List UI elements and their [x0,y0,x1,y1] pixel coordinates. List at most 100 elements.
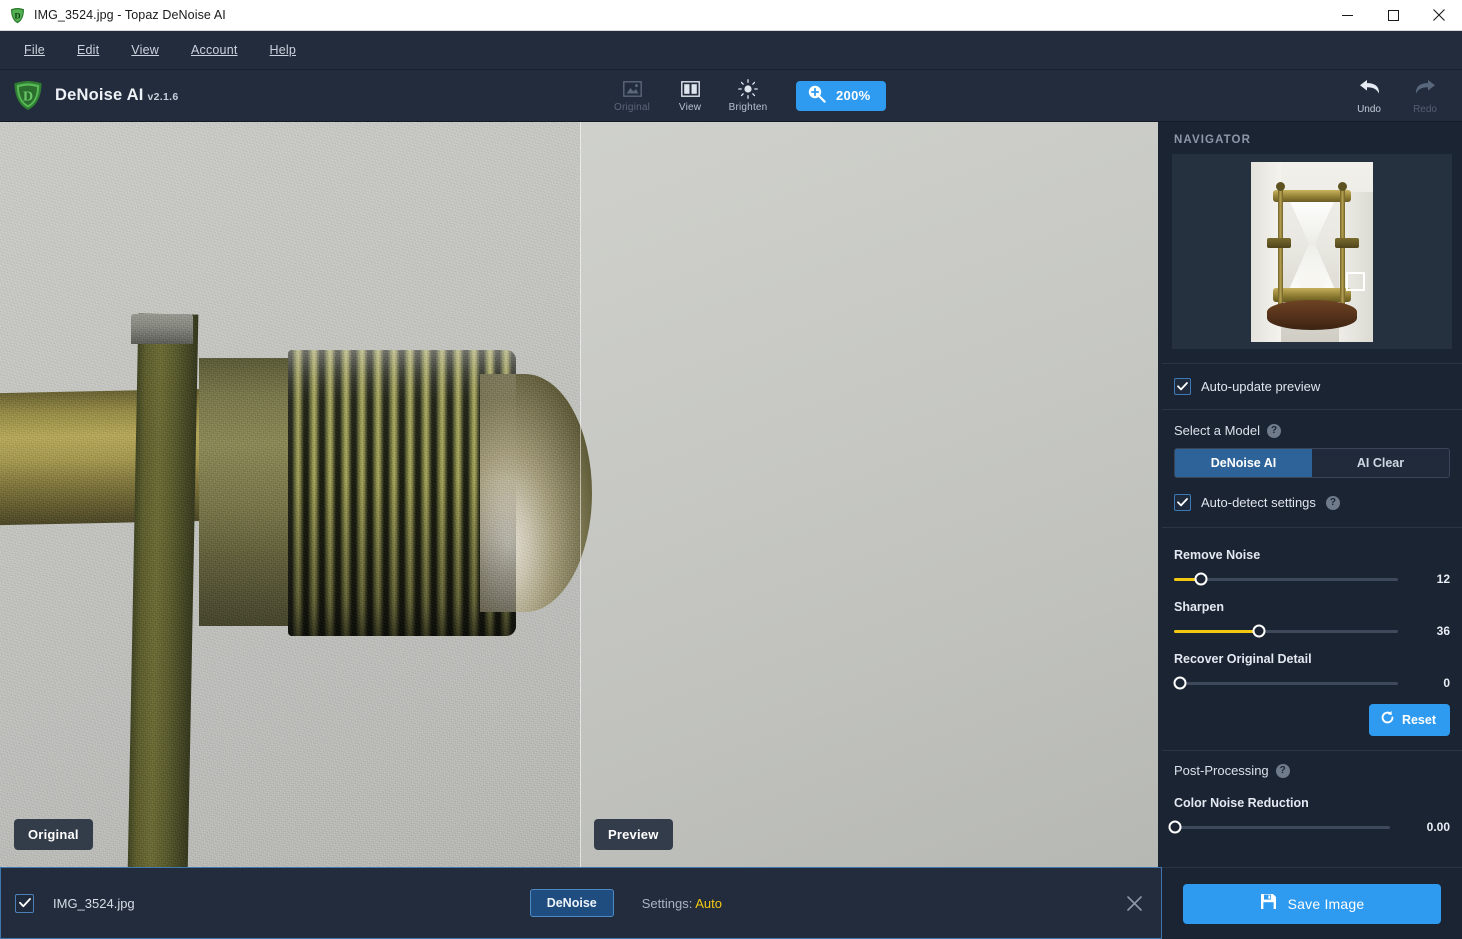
photo-background-denoised [580,122,1158,867]
remove-noise-slider-row[interactable]: 12 [1174,572,1450,586]
minimize-button[interactable] [1324,0,1370,31]
color-noise-reduction-label: Color Noise Reduction [1174,796,1309,810]
navigator-viewport-rect[interactable] [1346,271,1365,291]
split-view-icon [680,79,700,99]
menu-view[interactable]: View [115,38,175,62]
brand: D DeNoise AI v2.1.6 [13,80,179,111]
app-header: D DeNoise AI v2.1.6 Original View Bright… [0,70,1462,122]
sharpen-slider-handle[interactable] [1252,624,1266,638]
adjustment-sliders: Remove Noise 12 Sharpen 36 Recover Origi… [1162,528,1462,690]
menu-account[interactable]: Account [175,38,254,62]
navigator-title: NAVIGATOR [1174,134,1251,146]
preview-pane[interactable] [580,122,1158,867]
menu-view-label: View [131,43,159,57]
zoom-in-icon [807,84,826,108]
refresh-icon [1380,710,1395,730]
preview-label-tag: Preview [594,819,673,850]
hourglass-finial-left [1276,181,1285,191]
menu-edit-label: Edit [76,43,100,57]
sharpen-slider-track[interactable] [1174,624,1398,638]
model-option-ai-clear[interactable]: AI Clear [1312,449,1449,477]
help-icon-model[interactable]: ? [1267,423,1281,438]
title-bar: D IMG_3524.jpg - Topaz DeNoise AI [0,0,1462,31]
history-controls: Undo Redo [1344,73,1450,119]
brighten-label: Brighten [728,101,768,113]
close-button[interactable] [1416,0,1462,31]
auto-detect-settings-row[interactable]: Auto-detect settings ? [1162,478,1462,527]
menu-account-label: Account [190,43,238,57]
svg-text:D: D [23,90,33,105]
brass-post [127,313,199,867]
zoom-level-button[interactable]: 200% [796,80,887,111]
hourglass-wood-base [1267,299,1357,330]
select-model-title-row: Select a Model ? [1174,423,1450,438]
save-image-button[interactable]: Save Image [1183,883,1441,924]
model-section: Select a Model ? DeNoise AI AI Clear [1162,410,1462,478]
view-mode-button[interactable]: View [664,73,716,119]
recover-original-detail-slider-row[interactable]: 0 [1173,676,1450,690]
remove-noise-slider-handle[interactable] [1194,572,1208,586]
comparison-split-handle[interactable] [580,122,581,867]
image-comparison-viewer[interactable]: Original Preview [0,122,1158,867]
original-label-tag: Original [14,819,93,850]
menu-file[interactable]: File [8,38,61,62]
model-option-denoise-ai[interactable]: DeNoise AI [1175,449,1312,477]
denoise-button[interactable]: DeNoise [529,889,614,917]
file-select-checkbox[interactable] [15,893,34,913]
auto-update-preview-checkbox[interactable] [1174,378,1191,395]
brass-collar [199,358,291,626]
save-image-label: Save Image [1287,895,1365,912]
brightness-icon [738,78,758,99]
reset-row: Reset [1162,690,1462,750]
help-icon-auto-detect[interactable]: ? [1325,495,1340,510]
navigator-thumbnail[interactable] [1251,161,1373,342]
select-model-label: Select a Model [1174,423,1260,438]
recover-original-detail-label: Recover Original Detail [1174,652,1312,666]
menu-help-label: Help [269,43,297,57]
help-icon-post-processing[interactable]: ? [1275,763,1290,778]
denoise-ai-window: D IMG_3524.jpg - Topaz DeNoise AI File E… [0,0,1462,939]
file-settings-status: Settings: Auto [642,896,722,911]
knob-shading [288,350,516,636]
auto-detect-settings-label: Auto-detect settings [1201,495,1316,510]
auto-detect-settings-checkbox[interactable] [1174,494,1191,511]
image-icon [622,79,642,99]
remove-noise-slider-track[interactable] [1174,572,1398,586]
preview-image [580,122,1158,867]
reset-button[interactable]: Reset [1368,704,1450,736]
original-pane[interactable] [0,122,580,867]
denoise-logo-icon: D [13,80,43,111]
hourglass-sand [1299,273,1325,289]
sharpen-label: Sharpen [1174,600,1225,614]
post-processing-label: Post-Processing [1174,763,1269,778]
svg-text:D: D [14,11,20,20]
redo-button[interactable]: Redo [1400,73,1450,119]
model-selector[interactable]: DeNoise AI AI Clear [1174,448,1450,478]
color-noise-reduction-slider-row[interactable]: 0.00 [1168,820,1450,834]
navigator-panel[interactable] [1172,154,1452,349]
recover-original-detail-slider-handle[interactable] [1173,676,1187,690]
sharpen-slider-row[interactable]: 36 [1174,624,1450,638]
maximize-button[interactable] [1370,0,1416,31]
app-name: DeNoise AI [55,86,144,104]
menu-bar: File Edit View Account Help [0,31,1462,70]
original-image [0,122,580,867]
menu-edit[interactable]: Edit [61,38,115,62]
save-disk-icon [1260,893,1277,915]
undo-button[interactable]: Undo [1344,73,1394,119]
color-noise-reduction-slider-handle[interactable] [1168,820,1182,834]
save-bar: Save Image [1162,867,1462,939]
color-noise-reduction-slider-track[interactable] [1168,820,1390,834]
brighten-button[interactable]: Brighten [722,73,774,119]
undo-arrow-icon [1357,77,1382,102]
hourglass-knob-right [1335,237,1359,248]
view-mode-label: View [678,101,702,113]
menu-help[interactable]: Help [254,38,313,62]
original-toggle-label: Original [614,101,651,113]
settings-sidebar: NAVIGATOR Auto-update preview Select a M… [1162,122,1462,867]
original-toggle-button[interactable]: Original [606,73,658,119]
file-remove-button[interactable] [1117,886,1151,920]
auto-update-preview-row[interactable]: Auto-update preview [1162,364,1462,409]
recover-original-detail-slider-track[interactable] [1173,676,1398,690]
color-noise-reduction-value: 0.00 [1426,820,1450,834]
